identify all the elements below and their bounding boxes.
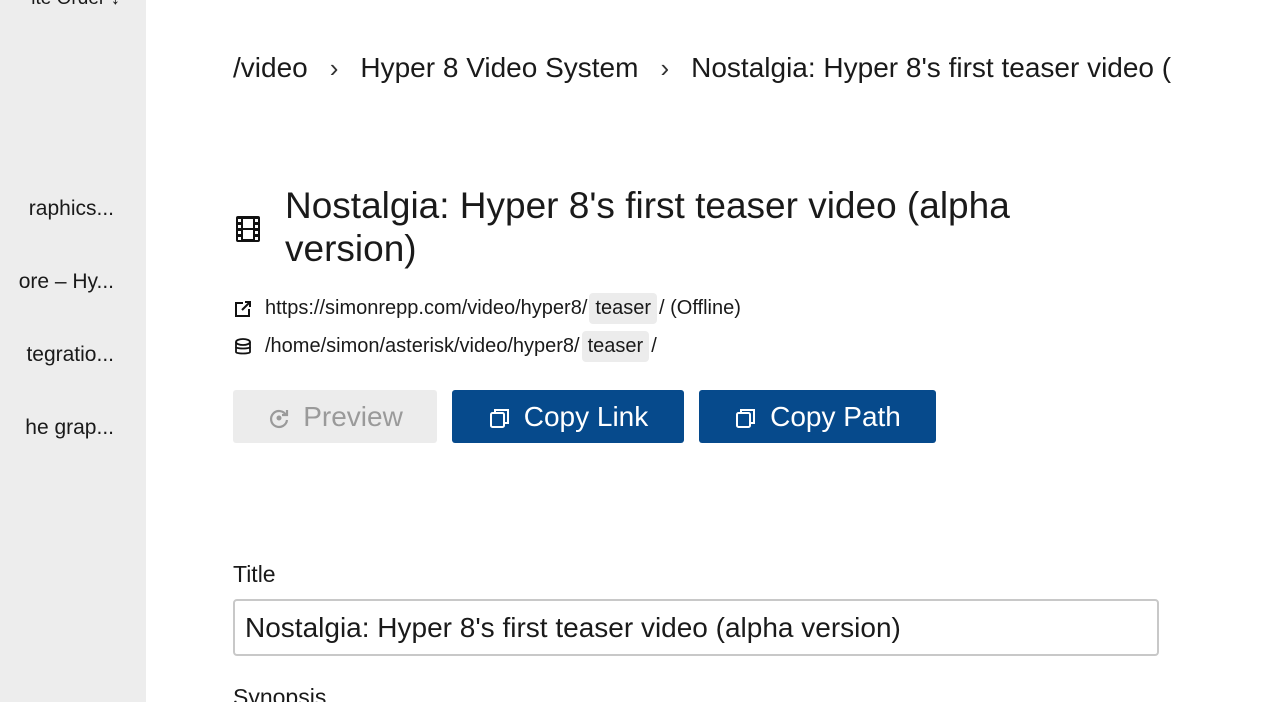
copy-icon xyxy=(734,405,758,429)
synopsis-field-label: Synopsis xyxy=(233,684,327,702)
sidebar-item[interactable]: raphics... xyxy=(29,197,114,221)
preview-icon xyxy=(267,405,291,429)
path-segment[interactable]: teaser xyxy=(581,331,650,362)
sidebar: ite Order ↓ raphics... ore – Hy... tegra… xyxy=(0,0,146,702)
title-field-label: Title xyxy=(233,561,276,587)
sidebar-item[interactable]: he grap... xyxy=(25,416,114,440)
action-buttons: Preview Copy Link Copy Path xyxy=(233,390,936,443)
page-heading: Nostalgia: Hyper 8's first teaser video … xyxy=(233,184,1145,270)
breadcrumb-item-video[interactable]: /video xyxy=(233,52,308,84)
preview-label: Preview xyxy=(303,400,403,432)
sort-order-toggle[interactable]: ite Order ↓ xyxy=(31,0,120,10)
copy-link-button[interactable]: Copy Link xyxy=(452,390,684,443)
breadcrumb-item-current: Nostalgia: Hyper 8's first teaser video … xyxy=(691,52,1172,83)
copy-link-label: Copy Link xyxy=(523,400,649,432)
copy-path-button[interactable]: Copy Path xyxy=(699,390,936,443)
database-icon xyxy=(233,337,253,357)
path-suffix: / xyxy=(651,335,657,357)
public-url: https://simonrepp.com/video/hyper8/ teas… xyxy=(233,293,741,324)
preview-button[interactable]: Preview xyxy=(233,390,437,443)
film-icon xyxy=(233,214,263,244)
breadcrumb-separator: › xyxy=(329,52,339,83)
breadcrumb-item-hyper8[interactable]: Hyper 8 Video System xyxy=(360,52,638,84)
page-title: Nostalgia: Hyper 8's first teaser video … xyxy=(285,185,1010,269)
url-suffix: / (Offline) xyxy=(658,297,741,319)
copy-icon xyxy=(488,405,512,429)
url-segment[interactable]: teaser xyxy=(589,293,657,324)
sidebar-item[interactable]: ore – Hy... xyxy=(19,270,114,294)
title-input[interactable] xyxy=(233,599,1159,656)
external-link-icon xyxy=(233,299,253,319)
breadcrumb-separator: › xyxy=(660,52,670,83)
copy-path-label: Copy Path xyxy=(770,400,901,432)
path-prefix: /home/simon/asterisk/video/hyper8/ xyxy=(265,335,580,357)
sidebar-item[interactable]: tegratio... xyxy=(26,343,114,367)
local-path: /home/simon/asterisk/video/hyper8/ tease… xyxy=(233,331,657,362)
main-content: /video › Hyper 8 Video System › Nostalgi… xyxy=(146,0,1280,702)
url-prefix[interactable]: https://simonrepp.com/video/hyper8/ xyxy=(265,297,587,320)
breadcrumb: /video › Hyper 8 Video System › Nostalgi… xyxy=(233,52,1171,84)
